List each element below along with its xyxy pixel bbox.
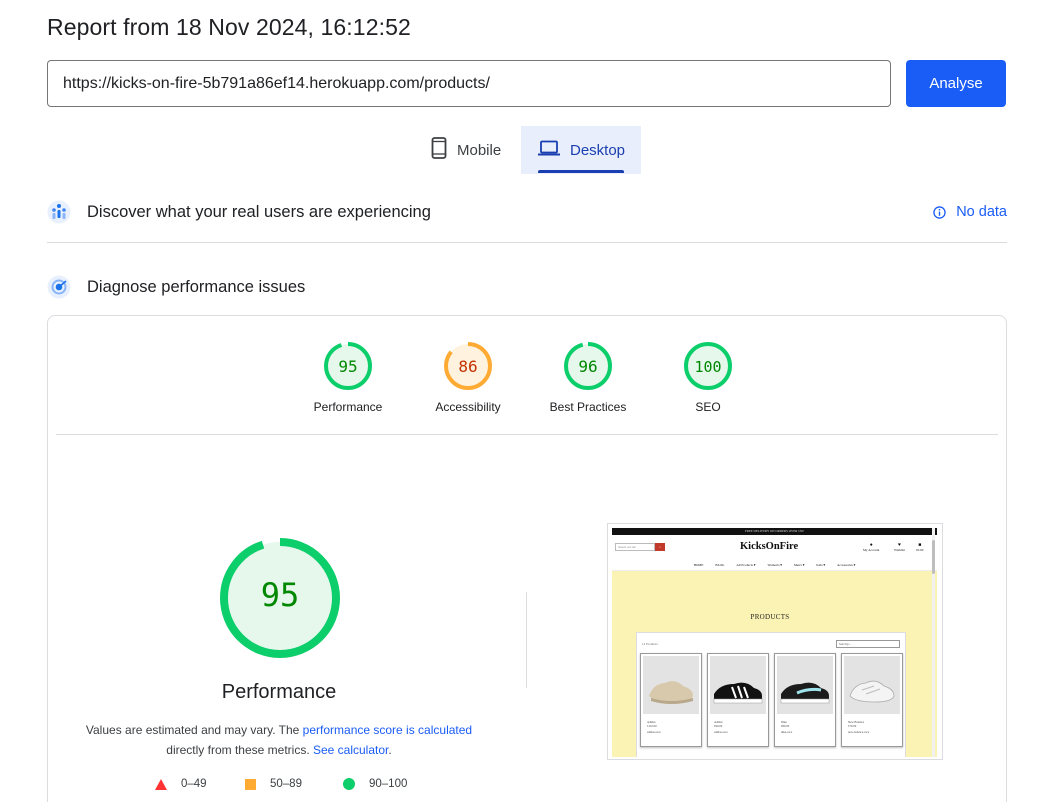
shoe-image — [643, 656, 699, 714]
card-divider — [56, 434, 998, 435]
shot-hero: PRODUCTS 12 Products Sort by... Adidas £… — [612, 571, 937, 757]
shot-logo: KicksOnFire — [740, 541, 799, 552]
gauge-ring: 95 — [324, 342, 372, 390]
performance-description: Values are estimated and may vary. The p… — [68, 720, 490, 760]
legend-fail-label: 0–49 — [181, 778, 207, 790]
tab-mobile[interactable]: Mobile — [421, 126, 521, 174]
shot-sort-select: Sort by... — [836, 640, 900, 648]
legend-average-label: 50–89 — [270, 778, 302, 790]
legend-fail: 0–49 — [155, 778, 207, 790]
triangle-icon — [155, 778, 167, 790]
shot-search-input: Search our site — [615, 543, 655, 551]
legend-pass: 90–100 — [343, 778, 407, 790]
gauge-label: SEO — [695, 400, 721, 414]
score-gauge-performance[interactable]: 95 Performance — [288, 340, 408, 414]
smartphone-icon — [431, 137, 447, 163]
shot-product-count: 12 Products — [642, 642, 658, 646]
shot-product-panel: 12 Products Sort by... Adidas £110.00 ad… — [636, 632, 906, 757]
see-calculator-link[interactable]: See calculator — [313, 743, 388, 757]
shot-wishlist: ♥ Wishlist — [894, 543, 905, 552]
tab-desktop[interactable]: Desktop — [521, 126, 641, 174]
analyse-button[interactable]: Analyse — [906, 60, 1006, 107]
vertical-divider — [526, 592, 527, 688]
score-calculated-link[interactable]: performance score is calculated — [303, 723, 472, 737]
no-data-link[interactable]: No data — [933, 204, 1007, 220]
score-gauge-accessibility[interactable]: 86 Accessibility — [408, 340, 528, 414]
desc-middle: directly from these metrics. — [166, 743, 313, 757]
performance-gauge-large: 95 — [220, 538, 340, 658]
no-data-label: No data — [956, 204, 1007, 220]
page-screenshot: FREE DELIVERY ON ORDERS OVER £50! Search… — [607, 523, 943, 760]
shot-product-card: Nike £80.00 nike-race — [774, 653, 836, 747]
tab-active-indicator — [538, 170, 624, 173]
legend-average: 50–89 — [245, 778, 302, 790]
info-icon — [933, 205, 946, 219]
crux-icon — [47, 200, 71, 224]
legend-pass-label: 90–100 — [369, 778, 408, 790]
laptop-icon — [538, 140, 560, 160]
diagnose-section: Diagnose performance issues — [47, 272, 1007, 302]
shoe-image — [844, 656, 900, 714]
shot-nav: HOME BLOG All Products ▾ Women's ▾ Men's ▾ Ki… — [612, 559, 937, 571]
lighthouse-icon — [47, 275, 71, 299]
report-title: Report from 18 Nov 2024, 16:12:52 — [47, 14, 411, 40]
shot-product-card: New Balance £70.00 new-balance-race — [841, 653, 903, 747]
gauge-ring: 86 — [444, 342, 492, 390]
shot-scrollbar — [932, 528, 935, 757]
shot-search-icon: ⌕ — [655, 543, 665, 551]
performance-title: Performance — [221, 681, 337, 703]
real-users-section: Discover what your real users are experi… — [47, 197, 1007, 227]
gauge-ring: 100 — [684, 342, 732, 390]
gauge-label: Best Practices — [549, 400, 627, 414]
shot-banner: FREE DELIVERY ON ORDERS OVER £50! — [612, 528, 937, 535]
performance-score-large: 95 — [261, 576, 300, 614]
report-card: 95 Performance 86 Accessibility 96 Best Pract… — [47, 315, 1007, 802]
url-input[interactable] — [47, 60, 891, 107]
gauge-label: Accessibility — [435, 400, 501, 414]
gauge-score: 86 — [458, 357, 477, 376]
gauge-ring: 96 — [564, 342, 612, 390]
gauge-score: 96 — [578, 357, 597, 376]
gauge-label: Performance — [313, 400, 383, 414]
diagnose-title: Diagnose performance issues — [87, 277, 306, 296]
score-gauge-seo[interactable]: 100 SEO — [648, 340, 768, 414]
tab-mobile-label: Mobile — [457, 141, 502, 159]
desc-prefix: Values are estimated and may vary. The — [85, 723, 303, 737]
circle-icon — [343, 778, 355, 790]
square-icon — [245, 778, 256, 790]
shot-header: Search our site ⌕ KicksOnFire ● My Accoun… — [612, 535, 937, 559]
desc-suffix: . — [388, 743, 392, 757]
shot-page-title: PRODUCTS — [750, 613, 790, 621]
screenshot-content: FREE DELIVERY ON ORDERS OVER £50! Search… — [612, 528, 937, 757]
score-gauge-best-practices[interactable]: 96 Best Practices — [528, 340, 648, 414]
gauge-score: 95 — [338, 357, 357, 376]
section-divider — [47, 242, 1007, 243]
real-users-title: Discover what your real users are experi… — [87, 202, 431, 221]
shot-product-card: Adidas £110.00 adidas-race — [640, 653, 702, 747]
tab-desktop-label: Desktop — [570, 141, 626, 159]
gauge-score: 100 — [694, 358, 721, 376]
shoe-image — [777, 656, 833, 714]
shot-product-card: Adidas £90.00 adidas-race — [707, 653, 769, 747]
shot-bag: ■ £0.00 — [916, 543, 924, 552]
shot-account: ● My Account — [863, 543, 880, 552]
shoe-image — [710, 656, 766, 714]
